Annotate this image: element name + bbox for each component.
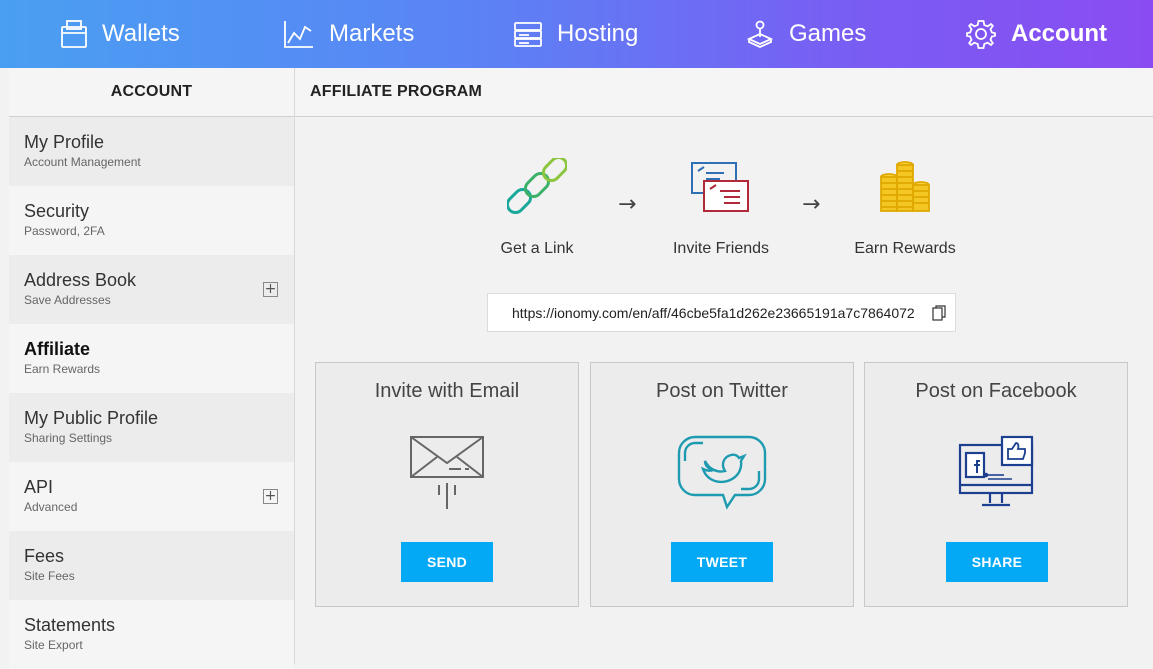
- nav-account[interactable]: Account: [965, 0, 1107, 68]
- sidebar-item-my-profile[interactable]: My Profile Account Management: [9, 117, 294, 186]
- sidebar-item-subtitle: Account Management: [24, 155, 141, 169]
- post-facebook-card: Post on Facebook SHARE: [864, 362, 1128, 607]
- sidebar-item-title: Statements: [24, 615, 116, 635]
- sidebar-item-subtitle: Sharing Settings: [24, 431, 113, 445]
- envelope-icon: [316, 423, 578, 523]
- chart-icon: [283, 19, 315, 49]
- invite-email-card: Invite with Email SEND: [315, 362, 579, 607]
- sidebar-item-subtitle: Advanced: [24, 500, 78, 514]
- wallet-icon: [60, 19, 88, 49]
- gear-icon: [965, 18, 997, 50]
- affiliate-link-field[interactable]: https://ionomy.com/en/aff/46cbe5fa1d262e…: [487, 293, 956, 332]
- server-icon: [513, 19, 543, 49]
- arrow-right-icon: →: [618, 192, 637, 217]
- step-earn-rewards: Earn Rewards: [835, 158, 975, 258]
- card-title: Post on Twitter: [656, 380, 788, 402]
- sidebar-item-subtitle: Site Fees: [24, 569, 75, 583]
- sidebar-item-subtitle: Save Addresses: [24, 293, 111, 307]
- step-label: Invite Friends: [672, 240, 770, 257]
- sidebar-item-title: API: [24, 477, 54, 497]
- sidebar-item-security[interactable]: Security Password, 2FA: [9, 186, 294, 255]
- sidebar-item-subtitle: Earn Rewards: [24, 362, 101, 376]
- facebook-monitor-icon: [865, 423, 1127, 523]
- sidebar-item-title: Security: [24, 201, 90, 221]
- nav-label: Games: [789, 20, 867, 47]
- sidebar-item-fees[interactable]: Fees Site Fees: [9, 531, 294, 600]
- sidebar-item-title: Address Book: [24, 270, 137, 290]
- sidebar-item-api[interactable]: API Advanced +: [9, 462, 294, 531]
- invite-cards-icon: [651, 158, 791, 218]
- account-sidebar: ACCOUNT My Profile Account Management Se…: [9, 68, 295, 669]
- affiliate-steps: Get a Link → Invite Friends → Earn Rewar…: [295, 158, 1153, 258]
- sidebar-item-public-profile[interactable]: My Public Profile Sharing Settings: [9, 393, 294, 462]
- card-title: Post on Facebook: [915, 380, 1077, 402]
- nav-label: Hosting: [557, 20, 639, 47]
- nav-wallets[interactable]: Wallets: [60, 0, 180, 68]
- nav-markets[interactable]: Markets: [283, 0, 414, 68]
- tweet-button[interactable]: TWEET: [671, 542, 773, 582]
- nav-label: Wallets: [102, 20, 180, 47]
- step-label: Get a Link: [500, 240, 574, 257]
- sidebar-item-subtitle: Password, 2FA: [24, 224, 105, 238]
- share-button[interactable]: SHARE: [946, 542, 1048, 582]
- expand-plus-icon[interactable]: +: [263, 282, 278, 297]
- page-title: AFFILIATE PROGRAM: [295, 68, 1153, 117]
- expand-plus-icon[interactable]: +: [263, 489, 278, 504]
- affiliate-panel: AFFILIATE PROGRAM Get a Link → Invite Fr…: [295, 68, 1153, 664]
- nav-label: Markets: [329, 20, 415, 47]
- sidebar-item-statements[interactable]: Statements Site Export: [9, 600, 294, 669]
- top-nav: Wallets Markets Hosting Games Account: [0, 0, 1153, 68]
- sidebar-header: ACCOUNT: [9, 68, 294, 117]
- sidebar-item-title: My Public Profile: [24, 408, 159, 428]
- sidebar-item-subtitle: Site Export: [24, 638, 83, 652]
- sidebar-item-affiliate[interactable]: Affiliate Earn Rewards: [9, 324, 294, 393]
- joystick-icon: [745, 19, 775, 49]
- chain-link-icon: [467, 158, 607, 218]
- coins-icon: [835, 158, 975, 218]
- copy-icon[interactable]: [932, 305, 946, 324]
- affiliate-link-text: https://ionomy.com/en/aff/46cbe5fa1d262e…: [512, 304, 915, 321]
- send-button[interactable]: SEND: [401, 542, 493, 582]
- sidebar-item-address-book[interactable]: Address Book Save Addresses +: [9, 255, 294, 324]
- nav-games[interactable]: Games: [745, 0, 866, 68]
- arrow-right-icon: →: [802, 192, 821, 217]
- twitter-bubble-icon: [591, 423, 853, 523]
- step-get-link: Get a Link: [467, 158, 607, 258]
- sidebar-item-title: Fees: [24, 546, 65, 566]
- nav-label: Account: [1011, 20, 1107, 47]
- step-invite-friends: Invite Friends: [651, 158, 791, 258]
- sidebar-item-title: Affiliate: [24, 339, 91, 359]
- sidebar-item-title: My Profile: [24, 132, 105, 152]
- step-label: Earn Rewards: [854, 240, 956, 257]
- post-twitter-card: Post on Twitter TWEET: [590, 362, 854, 607]
- card-title: Invite with Email: [374, 380, 520, 402]
- nav-hosting[interactable]: Hosting: [513, 0, 638, 68]
